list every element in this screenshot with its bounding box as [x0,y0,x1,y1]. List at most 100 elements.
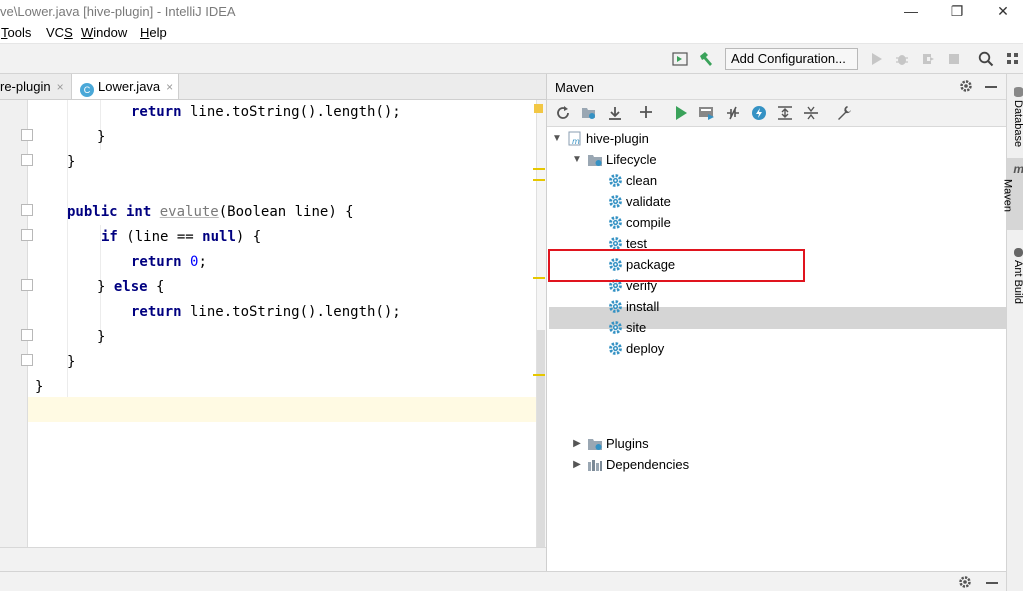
tree-node-project[interactable]: ▼ m hive-plugin [551,128,649,149]
tab-lower-java[interactable]: C Lower.java × [71,74,179,99]
execute-goal-icon[interactable] [698,105,716,124]
phase-label: site [626,320,647,335]
menu-window[interactable]: Window [81,25,127,40]
code-token: (line == [117,229,203,245]
folder-icon [587,152,603,168]
wrench-icon[interactable] [836,105,852,124]
code-token: null [202,229,236,245]
lifecycle-phase-test[interactable]: test [607,233,647,254]
debug-icon[interactable] [893,50,911,68]
menu-vcs[interactable]: VCS [46,25,73,40]
folder-icon [587,436,603,452]
gear-icon[interactable] [959,79,973,96]
phase-label: validate [626,194,671,209]
maven-tool-button[interactable]: m Maven [1001,158,1023,230]
close-tab-icon[interactable]: × [57,80,64,94]
database-icon [1013,86,1023,97]
code-line: if (line == null) { [101,225,536,250]
hide-panel-icon[interactable] [985,86,997,88]
fold-marker[interactable] [21,204,33,216]
menu-help[interactable]: Help [140,25,167,40]
warning-marker[interactable] [533,168,545,170]
svg-text:m: m [572,137,580,146]
show-dependencies-icon[interactable] [777,105,793,124]
fold-marker[interactable] [21,129,33,141]
gear-icon [607,194,623,210]
gear-icon [607,299,623,315]
phase-label: compile [626,215,671,230]
lifecycle-phase-verify[interactable]: verify [607,275,657,296]
right-tool-strip: Database m Maven Ant Build [1001,74,1023,591]
code-line: return 0; [131,250,536,275]
code-token: } [67,354,76,370]
close-window-button[interactable]: ✕ [988,2,1018,20]
gear-icon[interactable] [958,575,972,591]
lifecycle-phase-compile[interactable]: compile [607,212,671,233]
lifecycle-phase-install[interactable]: install [607,296,659,317]
tab-plugin-file[interactable]: re-plugin × [0,74,70,99]
minimize-button[interactable]: — [896,2,926,20]
code-line: } [97,325,536,350]
chevron-right-icon[interactable]: ▶ [571,454,583,475]
lifecycle-phase-clean[interactable]: clean [607,170,657,191]
hide-panel-icon[interactable] [986,582,998,584]
add-icon[interactable] [639,105,653,122]
code-token: } [97,329,106,345]
toggle-offline-icon[interactable] [725,105,741,124]
lifecycle-phase-validate[interactable]: validate [607,191,671,212]
tree-node-lifecycle[interactable]: ▼ Lifecycle [571,149,657,170]
code-token: } [97,129,106,145]
project-structure-icon[interactable] [1004,50,1022,68]
ant-build-tool-button[interactable]: Ant Build [1007,240,1023,312]
generate-sources-icon[interactable] [581,105,597,124]
gear-icon [607,257,623,273]
search-icon[interactable] [977,50,995,68]
code-token: ; [198,254,207,270]
run-icon[interactable] [868,50,886,68]
phase-label: test [626,236,647,251]
lifecycle-phase-deploy[interactable]: deploy [607,338,664,359]
lifecycle-label: Lifecycle [606,152,657,167]
lifecycle-phase-site[interactable]: site [607,317,646,338]
chevron-down-icon[interactable]: ▼ [571,149,583,170]
chevron-down-icon[interactable]: ▼ [551,128,563,149]
lifecycle-phase-package[interactable]: package [607,254,675,275]
editor-gutter [0,100,28,547]
bottom-tool-bar [0,571,1006,591]
reload-icon[interactable] [555,105,571,124]
fold-marker[interactable] [21,354,33,366]
tab-label: re-plugin [0,79,51,94]
inspection-status-icon[interactable] [534,104,543,113]
gear-icon [607,236,623,252]
editor-scroll-thumb[interactable] [537,330,545,547]
coverage-icon[interactable] [919,50,937,68]
fold-marker[interactable] [21,229,33,241]
collapse-all-icon[interactable] [803,105,819,124]
chevron-right-icon[interactable]: ▶ [571,433,583,454]
warning-marker[interactable] [533,277,545,279]
phase-label: deploy [626,341,665,356]
add-configuration-button[interactable]: Add Configuration... [725,48,858,70]
fold-marker[interactable] [21,329,33,341]
run-dashboard-icon[interactable] [671,50,689,68]
restore-button[interactable]: ❐ [942,2,972,20]
close-tab-icon[interactable]: × [166,80,173,94]
stop-icon[interactable] [945,50,963,68]
fold-marker[interactable] [21,279,33,291]
skip-tests-icon[interactable] [751,105,767,124]
code-editor[interactable]: return line.toString().length();}} public… [0,100,546,547]
tree-node-dependencies[interactable]: ▶ Dependencies [571,454,689,475]
run-maven-build-icon[interactable] [674,105,688,124]
editor-horizontal-scrollbar[interactable] [0,547,546,571]
fold-marker[interactable] [21,154,33,166]
database-tool-button[interactable]: Database [1007,82,1023,152]
warning-marker[interactable] [533,179,545,181]
tree-node-plugins[interactable]: ▶ Plugins [571,433,649,454]
menu-tools[interactable]: Tools [1,25,31,40]
build-hammer-icon[interactable] [697,50,715,68]
gear-icon [607,278,623,294]
main-toolbar: Add Configuration... [0,44,1023,74]
download-icon[interactable] [607,105,623,124]
warning-marker[interactable] [533,374,545,376]
